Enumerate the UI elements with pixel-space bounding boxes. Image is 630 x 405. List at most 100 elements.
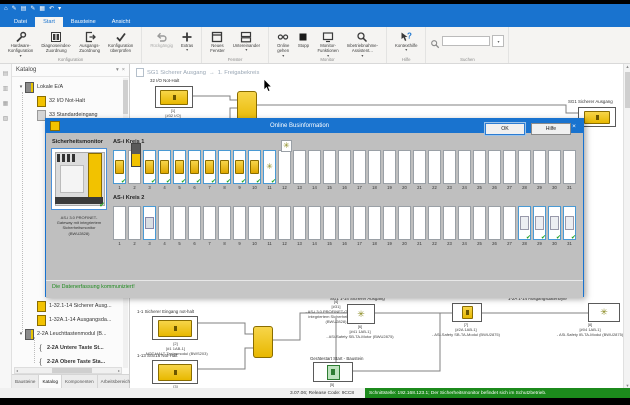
breadcrumb-item[interactable]: SG1 Sicherer Ausgang bbox=[147, 70, 206, 76]
tree-item[interactable]: {2-2A Untere Taste St... bbox=[12, 341, 124, 355]
hardware--button[interactable]: Hardware- Konfiguration▾ bbox=[5, 29, 36, 59]
help-button[interactable]: Hilfe bbox=[531, 123, 571, 135]
block-safe-input-13[interactable] bbox=[152, 360, 198, 384]
asi-slave-empty bbox=[353, 150, 366, 184]
scroll-up-icon[interactable]: ▲ bbox=[624, 64, 630, 69]
slave-address-number: 20 bbox=[402, 241, 407, 246]
horizontal-scrollbar[interactable]: ◂ ▸ bbox=[14, 367, 122, 374]
inbetriebnahme--button[interactable]: Inbetriebnahme- Assistent...▾ bbox=[344, 29, 381, 59]
tree-item-label: 2-2A Leuchttastenmodul (B... bbox=[37, 331, 107, 337]
device-icon bbox=[25, 82, 34, 93]
block-output-module[interactable] bbox=[452, 303, 482, 322]
search-input[interactable] bbox=[442, 36, 490, 46]
tree-item[interactable]: ▾ 2-2A Leuchttastenmodul (B... bbox=[12, 327, 124, 341]
online-button[interactable]: Online gehen▾ bbox=[274, 29, 292, 59]
tree-item[interactable]: 1-32.1-14 Sicherer Ausg... bbox=[12, 299, 124, 313]
breadcrumb-item[interactable]: 1. Freigabekreis bbox=[218, 70, 260, 76]
asi-slave-empty bbox=[533, 150, 546, 184]
pencil-icon[interactable]: ✎ bbox=[30, 4, 35, 14]
ok-button[interactable]: OK bbox=[485, 123, 525, 135]
monitor--button[interactable]: Monitor- Funktionen▾ bbox=[314, 29, 341, 59]
tree-item-label: 2-2A Obere Taste Sta... bbox=[47, 359, 105, 365]
scroll-right-icon[interactable]: ▸ bbox=[117, 368, 121, 373]
close-icon[interactable]: × bbox=[122, 67, 125, 73]
block-geraetestart[interactable] bbox=[313, 362, 353, 382]
search-scope-dropdown[interactable]: ▾ bbox=[492, 35, 504, 47]
untereinander-button[interactable]: Untereinander▾ bbox=[230, 29, 263, 53]
dropdown-icon[interactable]: ▾ bbox=[58, 4, 61, 14]
asi-slave-occupied: ✔ bbox=[248, 150, 261, 184]
stopp-button[interactable]: Stopp bbox=[294, 29, 312, 49]
asi-slot-column: 24 bbox=[458, 150, 471, 190]
stop-icon bbox=[297, 30, 309, 42]
slave-address-number: 28 bbox=[522, 185, 527, 190]
konfiguration-button[interactable]: Konfiguration überprüfen bbox=[105, 29, 136, 55]
undo-icon[interactable]: ↶ bbox=[49, 4, 54, 14]
tree-item[interactable]: 1-32A.1-14 Ausgangsda... bbox=[12, 313, 124, 327]
logic-gate-block[interactable] bbox=[253, 326, 273, 358]
slave-address-number: 3 bbox=[148, 241, 150, 246]
slave-address-number: 21 bbox=[417, 185, 422, 190]
slave-address-number: 30 bbox=[552, 185, 557, 190]
dock-panel-icon[interactable]: ▥ bbox=[3, 85, 9, 92]
ribbon-tab-bar: DateiStartBausteineAnsicht bbox=[0, 14, 630, 27]
tab-start[interactable]: Start bbox=[35, 17, 63, 28]
asi-slot-column: 22 bbox=[428, 206, 441, 246]
app-icon[interactable]: ⌂ bbox=[4, 4, 8, 14]
block-safe-output-1-14[interactable]: ✳ bbox=[347, 304, 375, 324]
tree-item[interactable]: 32 I/O Not-Halt bbox=[12, 94, 124, 108]
slave-address-number: 5 bbox=[178, 241, 180, 246]
button-label: Neues Fenster bbox=[210, 43, 225, 54]
extras-button[interactable]: Extras▾ bbox=[178, 29, 196, 53]
tree-item[interactable]: ▾Lokale E/A bbox=[12, 80, 124, 94]
check-icon: ✔ bbox=[196, 179, 201, 185]
safety-monitor-device-image[interactable]: ✔ bbox=[51, 148, 107, 210]
asi-slot-column: ✔1 bbox=[113, 150, 126, 190]
expand-arrow-icon[interactable]: ▾ bbox=[17, 84, 25, 90]
new-doc-icon[interactable]: ▤ bbox=[21, 4, 27, 14]
block-caption: [8][#04 1AB-1]- ASi-Safety IB-TA-Modul (… bbox=[552, 322, 628, 337]
kontexthilfe-button[interactable]: ?Kontexthilfe▾ bbox=[392, 29, 420, 53]
neues-button[interactable]: Neues Fenster bbox=[207, 29, 228, 55]
dock-panel-icon[interactable]: ▤ bbox=[3, 70, 9, 77]
scroll-thumb[interactable] bbox=[625, 72, 630, 108]
scroll-left-icon[interactable]: ◂ bbox=[15, 368, 19, 373]
scroll-thumb[interactable] bbox=[52, 368, 92, 373]
asi-slot-column: 16 bbox=[338, 206, 351, 246]
asi-slave-occupied: ✳✔ bbox=[263, 150, 276, 184]
letterbox-bottom bbox=[0, 398, 630, 405]
ribbon-group-fenster: Neues FensterUntereinander▾Fenster bbox=[202, 27, 269, 63]
panel-tab-komponenten[interactable]: Komponenten bbox=[62, 375, 98, 388]
dock-panel-icon[interactable]: ▧ bbox=[3, 115, 9, 122]
panel-tab-katalog[interactable]: Katalog bbox=[39, 375, 62, 388]
slave-address-number: 15 bbox=[327, 185, 332, 190]
tab-bausteine[interactable]: Bausteine bbox=[63, 17, 104, 28]
block-output-databyte[interactable]: ✳ bbox=[588, 303, 620, 322]
check-icon bbox=[115, 30, 127, 42]
block-local-io-not-halt[interactable] bbox=[155, 86, 193, 108]
chevron-down-icon[interactable]: ▾ bbox=[116, 67, 119, 73]
check-icon: ✔ bbox=[121, 179, 126, 185]
canvas-vertical-scrollbar[interactable]: ▲ ▼ bbox=[623, 64, 630, 388]
asi-slot-column: 1 bbox=[113, 206, 126, 246]
tab-datei[interactable]: Datei bbox=[6, 17, 35, 28]
diagnoseindex--button[interactable]: Diagnoseindex- Zuordnung bbox=[38, 29, 74, 55]
asi-slave-empty bbox=[458, 206, 471, 240]
expand-arrow-icon[interactable]: ▾ bbox=[17, 331, 25, 337]
asi-slave-empty bbox=[158, 206, 171, 240]
edit-icon[interactable]: ✎ bbox=[12, 4, 17, 14]
panel-tab-bausteine[interactable]: Bausteine bbox=[12, 375, 39, 388]
asi-slave-empty bbox=[458, 150, 471, 184]
block-caption: [5] bbox=[318, 382, 346, 387]
safety-module-icon bbox=[584, 111, 610, 124]
tab-ansicht[interactable]: Ansicht bbox=[104, 17, 138, 28]
block-safe-input-1[interactable] bbox=[152, 316, 198, 340]
ausgangs--button[interactable]: Ausgangs- Zuordnung bbox=[76, 29, 103, 55]
asi-slave-empty bbox=[278, 206, 291, 240]
slave-address-number: 12 bbox=[282, 241, 287, 246]
slave-module-icon bbox=[565, 216, 574, 230]
dock-panel-icon[interactable]: ▦ bbox=[3, 100, 9, 107]
asi-slave-empty bbox=[413, 206, 426, 240]
block-label: 32 I/O Not-Halt bbox=[150, 78, 179, 83]
save-icon[interactable]: ▦ bbox=[39, 4, 45, 14]
